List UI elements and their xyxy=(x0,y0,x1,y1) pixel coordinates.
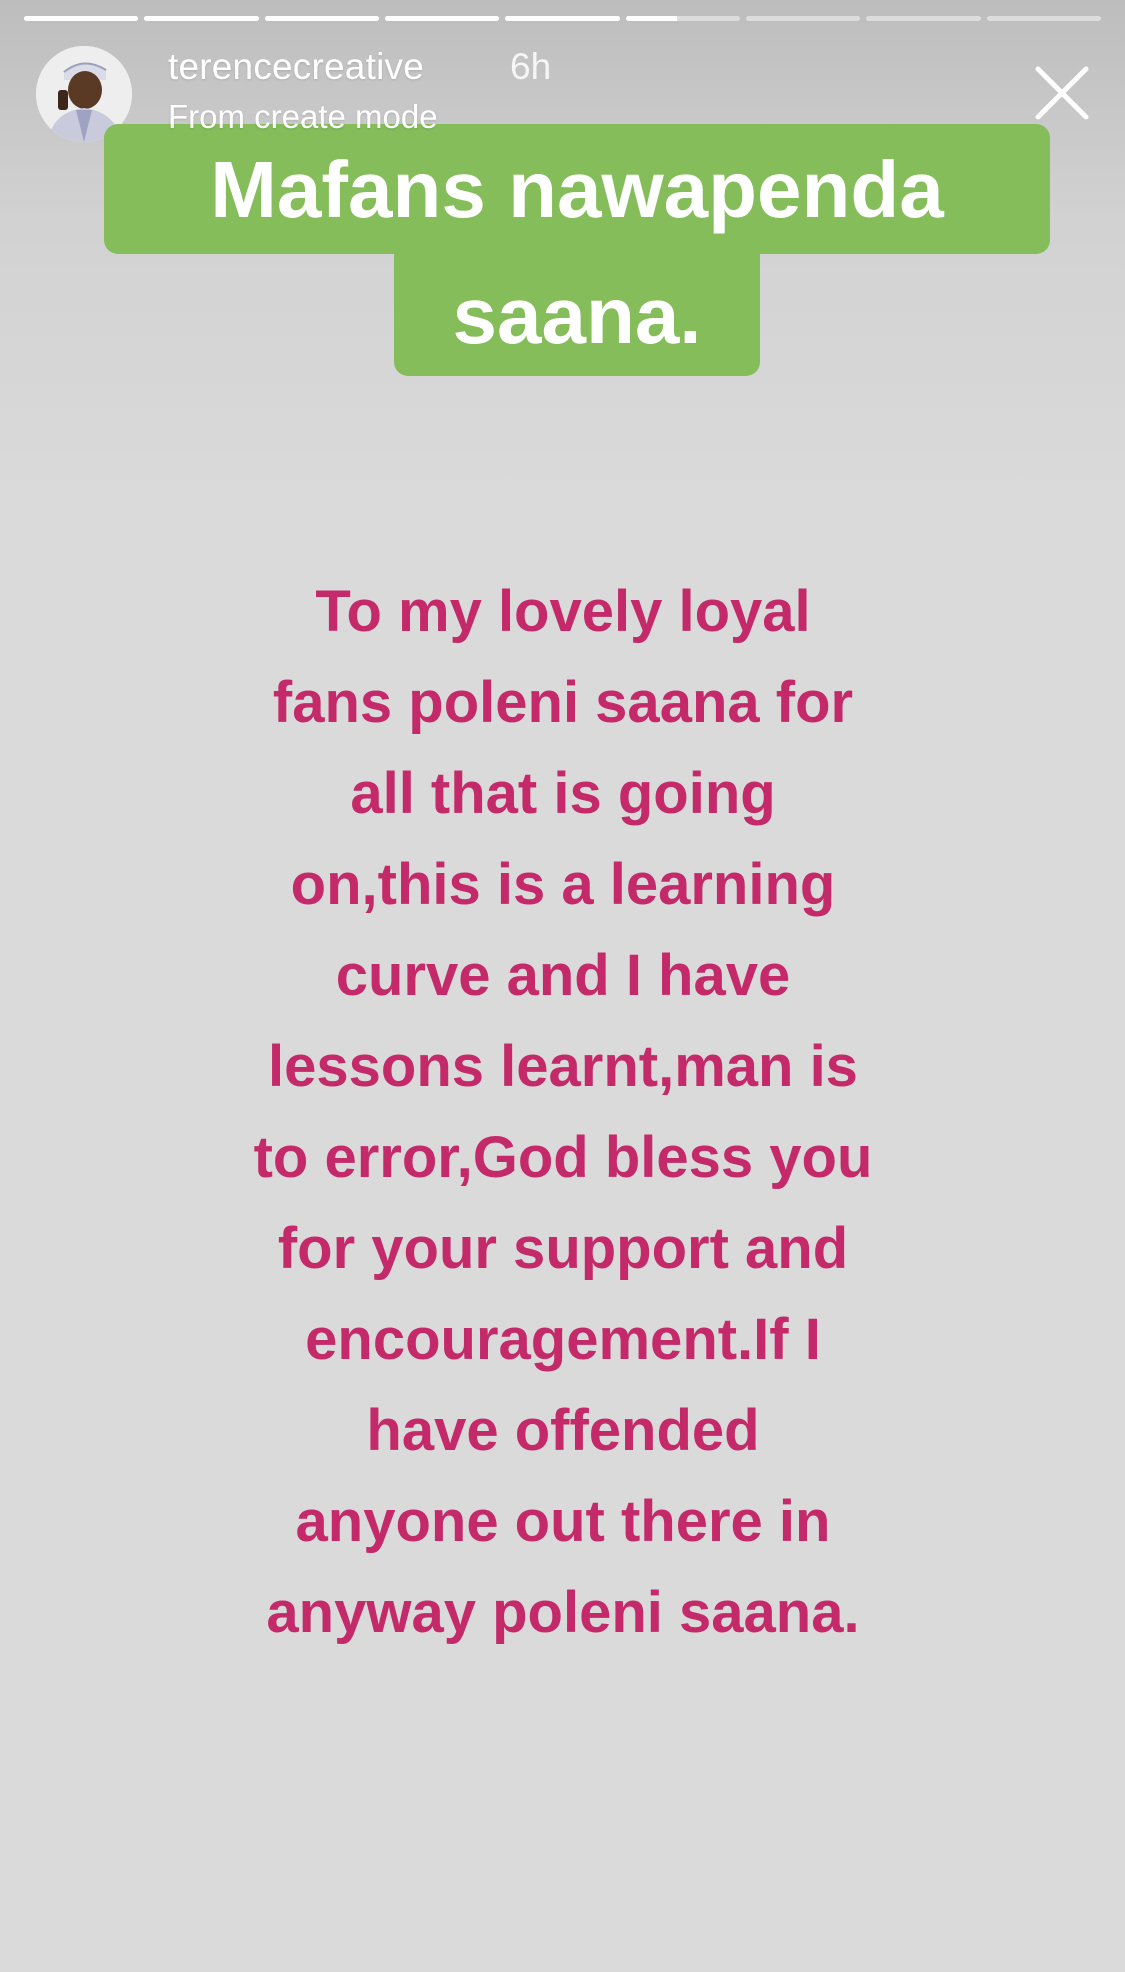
post-time: 6h xyxy=(510,46,552,87)
story-segment-5 xyxy=(505,16,620,21)
message-line: have offended xyxy=(366,1398,760,1463)
story-segment-1 xyxy=(24,16,139,21)
message-line: curve and I have xyxy=(335,943,791,1008)
story-subtitle: From create mode xyxy=(168,98,438,135)
message-line: anyway poleni saana. xyxy=(266,1580,860,1645)
story-segment-3 xyxy=(264,16,379,21)
message-line: all that is going xyxy=(350,761,776,826)
username[interactable]: terencecreative xyxy=(168,46,424,88)
story-progress-bar xyxy=(24,16,1101,21)
message-line: on,this is a learning xyxy=(290,852,836,917)
story-segment-2 xyxy=(144,16,259,21)
story-title-line-1: Mafans nawapenda xyxy=(104,124,1050,254)
story-segment-6 xyxy=(625,16,740,21)
close-button[interactable] xyxy=(1033,64,1091,122)
message-line: To my lovely loyal xyxy=(315,579,811,644)
message-line: anyone out there in xyxy=(295,1489,831,1554)
story-segment-4 xyxy=(384,16,500,21)
story-segment-8 xyxy=(866,16,981,21)
story-segment-7 xyxy=(745,16,861,21)
message-line: for your support and xyxy=(277,1216,849,1281)
story-message: To my lovely loyal fans poleni saana for… xyxy=(160,566,966,1658)
message-line: to error,God bless you xyxy=(253,1125,873,1190)
story-segment-9 xyxy=(986,16,1101,21)
message-line: encouragement.If I xyxy=(305,1307,821,1372)
message-line: fans poleni saana for xyxy=(272,670,854,735)
story-title-line-2: saana. xyxy=(394,254,760,376)
close-icon xyxy=(1035,66,1089,120)
message-line: lessons learnt,man is xyxy=(268,1034,858,1099)
